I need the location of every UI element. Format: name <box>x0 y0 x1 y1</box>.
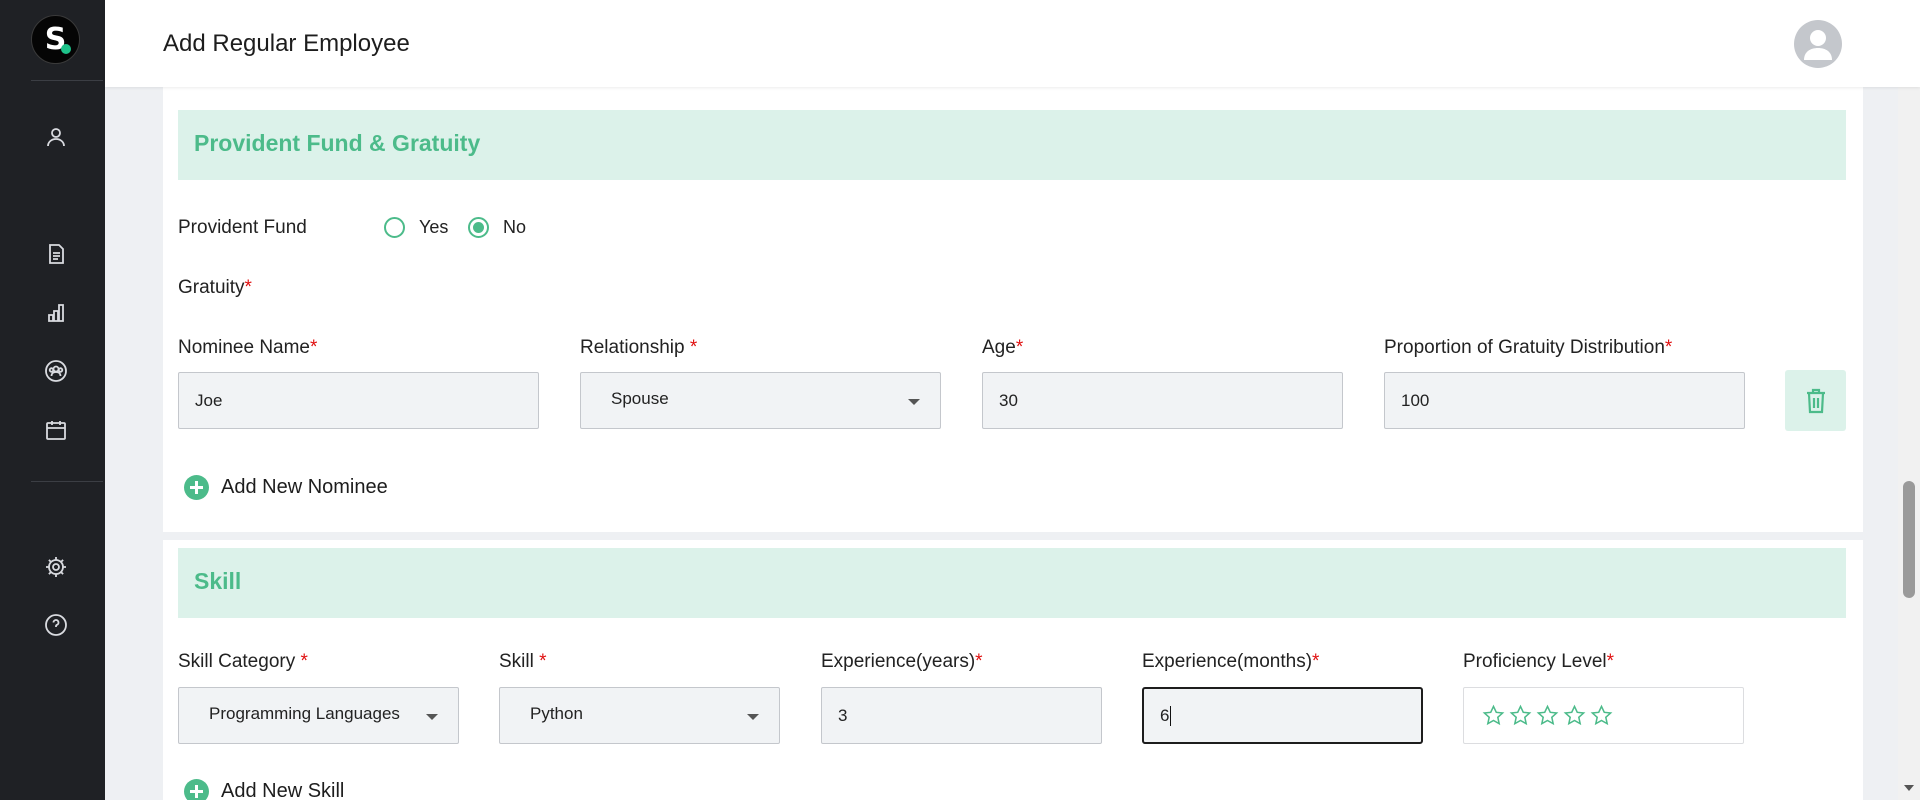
experience-months-label: Experience(months)* <box>1142 651 1320 672</box>
logo-letter: S <box>44 22 67 57</box>
plus-circle-icon <box>184 475 209 500</box>
scroll-thumb[interactable] <box>1903 481 1915 598</box>
star-icon[interactable] <box>1590 704 1613 727</box>
add-new-nominee-button[interactable]: Add New Nominee <box>184 475 388 500</box>
sidebar-item-documents[interactable] <box>40 238 72 270</box>
star-icon[interactable] <box>1563 704 1586 727</box>
nominee-name-label: Nominee Name* <box>178 337 318 358</box>
team-icon <box>45 360 67 382</box>
relationship-label: Relationship * <box>580 337 698 358</box>
page-scrollbar[interactable] <box>1898 0 1920 800</box>
trash-icon <box>1806 388 1825 413</box>
proportion-input[interactable]: 100 <box>1384 372 1745 429</box>
user-icon <box>47 128 65 147</box>
calendar-icon <box>46 421 66 440</box>
skill-select[interactable]: Python <box>499 687 780 744</box>
scroll-down-icon[interactable] <box>1904 785 1914 791</box>
app-logo[interactable]: S <box>31 15 80 64</box>
skill-category-label: Skill Category * <box>178 651 308 672</box>
section-title: Skill <box>194 568 242 594</box>
skill-category-select[interactable]: Programming Languages <box>178 687 459 744</box>
sidebar-item-settings[interactable] <box>40 551 72 583</box>
experience-years-input[interactable]: 3 <box>821 687 1102 744</box>
experience-months-input[interactable]: 6 <box>1142 687 1423 744</box>
star-icon[interactable] <box>1536 704 1559 727</box>
relationship-value: Spouse <box>611 389 669 408</box>
nominee-name-input[interactable]: Joe <box>178 372 539 429</box>
star-icon[interactable] <box>1509 704 1532 727</box>
sidebar-item-profile[interactable] <box>40 121 72 153</box>
text-cursor <box>1170 705 1172 726</box>
proportion-label: Proportion of Gratuity Distribution* <box>1384 337 1673 358</box>
experience-years-value: 3 <box>838 705 848 725</box>
nominee-name-value: Joe <box>195 390 223 410</box>
skill-section-header: Skill <box>178 548 1846 618</box>
user-avatar-icon <box>1804 30 1832 60</box>
star-icon[interactable] <box>1482 704 1505 727</box>
skill-label: Skill * <box>499 651 547 672</box>
proficiency-label: Proficiency Level* <box>1463 651 1615 672</box>
age-label: Age* <box>982 337 1024 358</box>
chevron-down-icon <box>426 714 438 720</box>
chevron-down-icon <box>908 399 920 405</box>
add-new-skill-label: Add New Skill <box>221 780 345 800</box>
plus-circle-icon <box>184 779 209 800</box>
section-title: Provident Fund & Gratuity <box>194 130 481 156</box>
delete-nominee-button[interactable] <box>1785 370 1846 431</box>
sidebar-divider <box>31 80 103 81</box>
provident-fund-label: Provident Fund <box>178 217 307 238</box>
chevron-down-icon <box>747 714 759 720</box>
page-title: Add Regular Employee <box>163 30 410 57</box>
skill-category-value: Programming Languages <box>209 704 400 723</box>
proportion-value: 100 <box>1401 390 1430 410</box>
experience-years-label: Experience(years)* <box>821 651 983 672</box>
logo-dot <box>61 44 71 54</box>
top-header: Add Regular Employee <box>105 0 1920 87</box>
proficiency-rating[interactable] <box>1463 687 1744 744</box>
document-icon <box>49 244 64 264</box>
sidebar-item-reports[interactable] <box>40 297 72 329</box>
sidebar-item-calendar[interactable] <box>40 414 72 446</box>
relationship-select[interactable]: Spouse <box>580 372 941 429</box>
pf-section-header: Provident Fund & Gratuity <box>178 110 1846 180</box>
pf-yes-label[interactable]: Yes <box>419 217 448 238</box>
help-icon <box>45 614 67 636</box>
add-new-skill-button[interactable]: Add New Skill <box>184 779 344 800</box>
age-input[interactable]: 30 <box>982 372 1343 429</box>
avatar[interactable] <box>1794 20 1842 68</box>
gear-icon <box>46 557 66 577</box>
sidebar-item-team[interactable] <box>40 355 72 387</box>
experience-months-value: 6 <box>1160 705 1170 725</box>
gratuity-label: Gratuity* <box>178 277 252 298</box>
sidebar: S <box>0 0 105 800</box>
age-value: 30 <box>999 390 1018 410</box>
sidebar-item-help[interactable] <box>40 609 72 641</box>
pf-no-label[interactable]: No <box>503 217 526 238</box>
skill-value: Python <box>530 704 583 723</box>
pf-no-radio[interactable] <box>468 217 489 238</box>
sidebar-divider <box>31 481 103 482</box>
pf-yes-radio[interactable] <box>384 217 405 238</box>
add-new-nominee-label: Add New Nominee <box>221 476 388 498</box>
bar-chart-icon <box>48 304 64 322</box>
